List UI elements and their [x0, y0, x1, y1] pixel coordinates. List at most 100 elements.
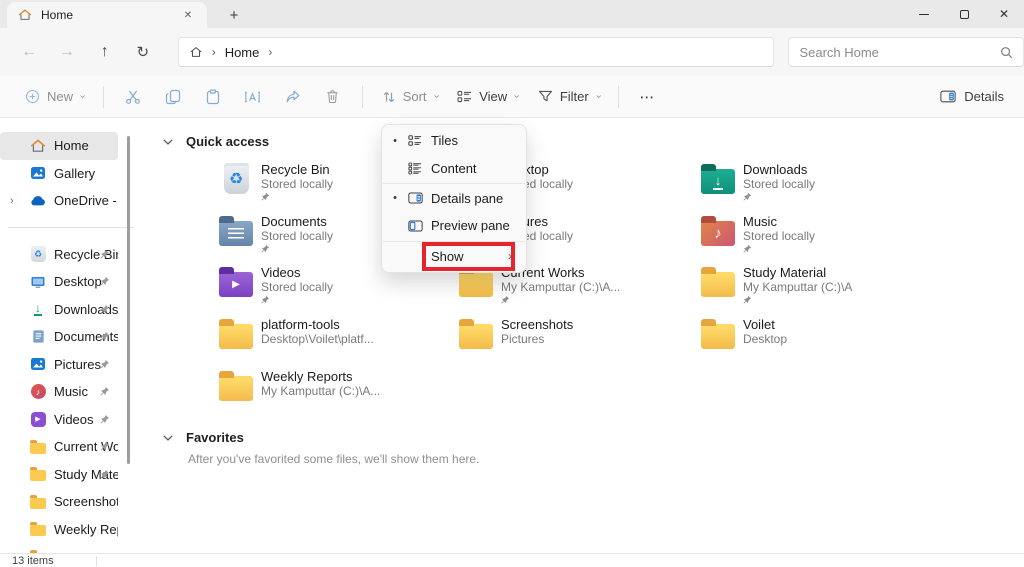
close-button[interactable] — [984, 0, 1024, 28]
navigation-bar: Home — [0, 28, 1024, 76]
paste-button[interactable] — [194, 82, 232, 112]
tile-screenshots[interactable]: Screenshots Pictures — [458, 317, 698, 369]
pin-icon — [100, 414, 110, 424]
sidebar-item-recycle-bin[interactable]: Recycle Bin — [0, 241, 118, 269]
menu-item-details-pane[interactable]: Details pane — [382, 185, 526, 212]
content-icon — [408, 162, 431, 175]
breadcrumb-home-icon[interactable] — [189, 45, 203, 59]
folder-icon — [30, 494, 46, 510]
new-button-label: New — [47, 89, 73, 104]
downloads-icon — [30, 301, 46, 317]
sidebar-item-current-work[interactable]: Current Worl — [0, 433, 118, 461]
new-button[interactable]: New — [16, 83, 93, 110]
delete-button[interactable] — [314, 82, 352, 112]
tile-voilet[interactable]: Voilet Desktop — [700, 317, 940, 369]
chevron-down-icon — [430, 95, 441, 99]
share-icon — [285, 89, 301, 105]
gallery-icon — [30, 165, 46, 181]
copy-button[interactable] — [154, 82, 192, 112]
sidebar-item-screenshots[interactable]: Screenshots — [0, 488, 118, 516]
sort-button[interactable]: Sort — [373, 83, 447, 110]
menu-item-show[interactable]: Show — [382, 243, 526, 270]
tile-current-works[interactable]: Current Works My Kamputtar (C:)\A... — [458, 265, 698, 317]
tile-videos[interactable]: Videos Stored locally — [218, 265, 458, 317]
cut-button[interactable] — [114, 82, 152, 112]
tab-home[interactable]: Home — [7, 2, 207, 28]
filter-button-label: Filter — [560, 89, 589, 104]
items-count: 13 items — [12, 555, 54, 567]
details-pane-icon — [408, 192, 431, 204]
back-button[interactable] — [12, 36, 46, 68]
rename-button[interactable] — [234, 82, 272, 112]
share-button[interactable] — [274, 82, 312, 112]
pin-icon — [100, 276, 110, 286]
minimize-icon — [919, 14, 929, 15]
details-button-label: Details — [964, 89, 1004, 104]
tab-title: Home — [41, 8, 171, 22]
view-button[interactable]: View — [448, 83, 527, 110]
tab-close-icon[interactable] — [179, 6, 197, 24]
folder-icon — [458, 317, 494, 349]
tile-downloads[interactable]: Downloads Stored locally — [700, 162, 940, 214]
refresh-button[interactable] — [126, 36, 160, 68]
menu-item-tiles[interactable]: Tiles — [382, 127, 526, 154]
sidebar-item-videos[interactable]: Videos — [0, 406, 118, 434]
maximize-button[interactable] — [944, 0, 984, 28]
pin-icon — [100, 359, 110, 369]
view-button-label: View — [479, 89, 507, 104]
filter-button[interactable]: Filter — [529, 83, 609, 110]
documents-icon — [30, 329, 46, 345]
address-bar[interactable]: Home — [178, 37, 775, 67]
new-tab-button[interactable] — [222, 4, 246, 26]
quick-access-header[interactable]: Quick access — [163, 134, 269, 149]
sidebar-item-gallery[interactable]: Gallery — [0, 160, 118, 188]
menu-item-preview-pane[interactable]: Preview pane — [382, 212, 526, 239]
sidebar-item-onedrive[interactable]: OneDrive - Pers — [0, 187, 118, 215]
search-icon[interactable] — [1000, 46, 1013, 59]
forward-button[interactable] — [50, 36, 84, 68]
folder-icon — [700, 317, 736, 349]
tile-study-material[interactable]: Study Material My Kamputtar (C:)\A — [700, 265, 940, 317]
favorites-header[interactable]: Favorites — [163, 430, 244, 445]
home-icon — [30, 138, 46, 154]
details-toggle-button[interactable]: Details — [936, 83, 1008, 110]
toolbar-divider — [618, 86, 619, 108]
breadcrumb-separator-icon — [268, 45, 272, 59]
up-button[interactable] — [88, 36, 122, 68]
collapse-chevron-icon[interactable] — [163, 139, 173, 145]
maximize-icon — [960, 10, 969, 19]
tile-music[interactable]: Music Stored locally — [700, 214, 940, 266]
sidebar-item-downloads[interactable]: Downloads — [0, 296, 118, 324]
sort-icon — [382, 90, 396, 104]
search-input[interactable] — [799, 45, 1000, 60]
minimize-button[interactable] — [904, 0, 944, 28]
pin-icon — [743, 192, 815, 202]
tile-weekly-reports[interactable]: Weekly Reports My Kamputtar (C:)\A... — [218, 369, 458, 421]
collapse-chevron-icon[interactable] — [163, 435, 173, 441]
window-controls — [904, 0, 1024, 28]
tile-platform-tools[interactable]: platform-tools Desktop\Voilet\platf... — [218, 317, 458, 369]
more-options-button[interactable]: ⋯ — [629, 84, 665, 110]
chevron-down-icon — [592, 95, 603, 99]
sidebar-item-desktop[interactable]: Desktop — [0, 268, 118, 296]
selected-bullet — [382, 192, 408, 204]
favorites-empty-text: After you've favorited some files, we'll… — [188, 452, 479, 466]
tab-bar: Home — [0, 0, 1024, 28]
menu-item-content[interactable]: Content — [382, 154, 526, 181]
sidebar-item-study-material[interactable]: Study Materi — [0, 461, 118, 489]
sidebar-item-home[interactable]: Home — [0, 132, 118, 160]
pin-icon — [261, 295, 333, 305]
breadcrumb-item-home[interactable]: Home — [225, 45, 260, 60]
sidebar-item-weekly-reports[interactable]: Weekly Reports — [0, 516, 118, 544]
downloads-folder-icon — [700, 162, 736, 194]
status-bar: 13 items — [0, 553, 1024, 567]
filter-icon — [538, 90, 553, 103]
command-toolbar: New Sort View — [0, 76, 1024, 118]
expand-chevron-icon[interactable] — [10, 195, 14, 207]
sidebar-item-pictures[interactable]: Pictures — [0, 351, 118, 379]
file-explorer-window: Home Home — [0, 0, 1024, 567]
sidebar-item-music[interactable]: Music — [0, 378, 118, 406]
sidebar-item-documents[interactable]: Documents — [0, 323, 118, 351]
sidebar-scrollbar[interactable] — [127, 136, 130, 464]
chevron-down-icon — [510, 95, 521, 99]
